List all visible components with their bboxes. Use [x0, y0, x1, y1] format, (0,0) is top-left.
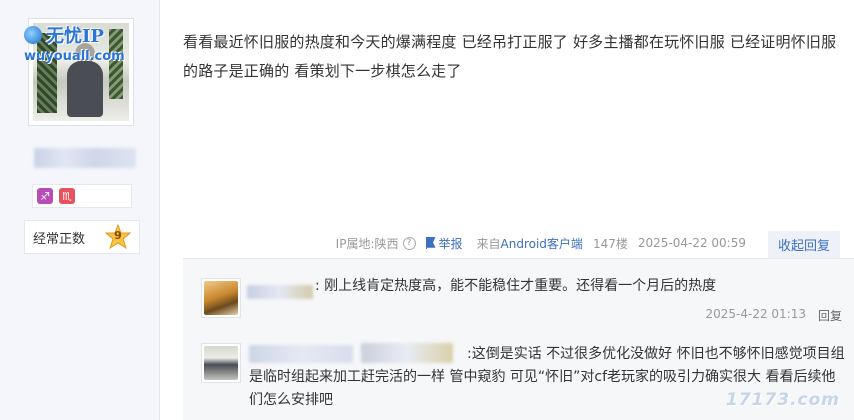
reply-date: 2025-4-22 01:13 — [705, 307, 806, 321]
user-level[interactable]: 经常正数 9 — [24, 220, 140, 254]
watermark-url: wuyouall.com — [24, 49, 125, 64]
post-meta-bar: IP属地:陕西 ? 举报 来自Android客户端 147楼 2025-04-2… — [335, 230, 840, 258]
report-label: 举报 — [438, 236, 463, 251]
user-badges: ♐ ♏ — [32, 184, 132, 208]
watermark-title: 无忧IP — [46, 26, 104, 47]
help-icon[interactable]: ? — [402, 236, 416, 250]
report-button[interactable]: 举报 — [425, 235, 463, 252]
scorpio-badge-icon[interactable]: ♏ — [59, 188, 75, 204]
post-date: 2025-04-22 00:59 — [637, 236, 746, 250]
level-number: 9 — [114, 229, 122, 242]
reply-text: : 刚上线肯定热度高，能不能稳住才重要。还得看一个月后的热度 — [315, 278, 717, 294]
user-sidebar: 无忧IP wuyouall.com ♐ ♏ 经常正数 9 — [0, 0, 160, 420]
client-prefix: 来自 — [476, 236, 501, 251]
site-watermark: 17173.com — [725, 390, 840, 410]
reply-meta: 2025-4-22 01:13 回复 — [705, 307, 842, 324]
wuyou-logo-icon — [24, 26, 42, 44]
reply-avatar[interactable] — [201, 343, 241, 383]
client-source: 来自Android客户端 — [477, 235, 583, 252]
reply-username-blurred[interactable] — [247, 285, 313, 299]
post-content: 看看最近怀旧服的热度和今天的爆满程度 已经吊打正服了 好多主播都在玩怀旧服 已经… — [183, 33, 837, 80]
floor-number: 147楼 — [592, 236, 628, 251]
flag-icon — [425, 237, 436, 249]
reply-button[interactable]: 回复 — [818, 307, 842, 324]
sagittarius-badge-icon[interactable]: ♐ — [37, 188, 53, 204]
client-link[interactable]: Android客户端 — [501, 237, 583, 251]
reply-avatar[interactable] — [201, 278, 241, 318]
username-blurred[interactable] — [34, 148, 136, 168]
wuyou-watermark: 无忧IP wuyouall.com — [24, 22, 125, 64]
reply-list: : 刚上线肯定热度高，能不能稳住才重要。还得看一个月后的热度 2025-4-22… — [183, 258, 854, 420]
collapse-replies-button[interactable]: 收起回复 — [767, 230, 840, 258]
level-label: 经常正数 — [33, 231, 86, 247]
ip-location: IP属地:陕西 — [335, 236, 399, 251]
level-star-icon: 9 — [104, 223, 132, 250]
